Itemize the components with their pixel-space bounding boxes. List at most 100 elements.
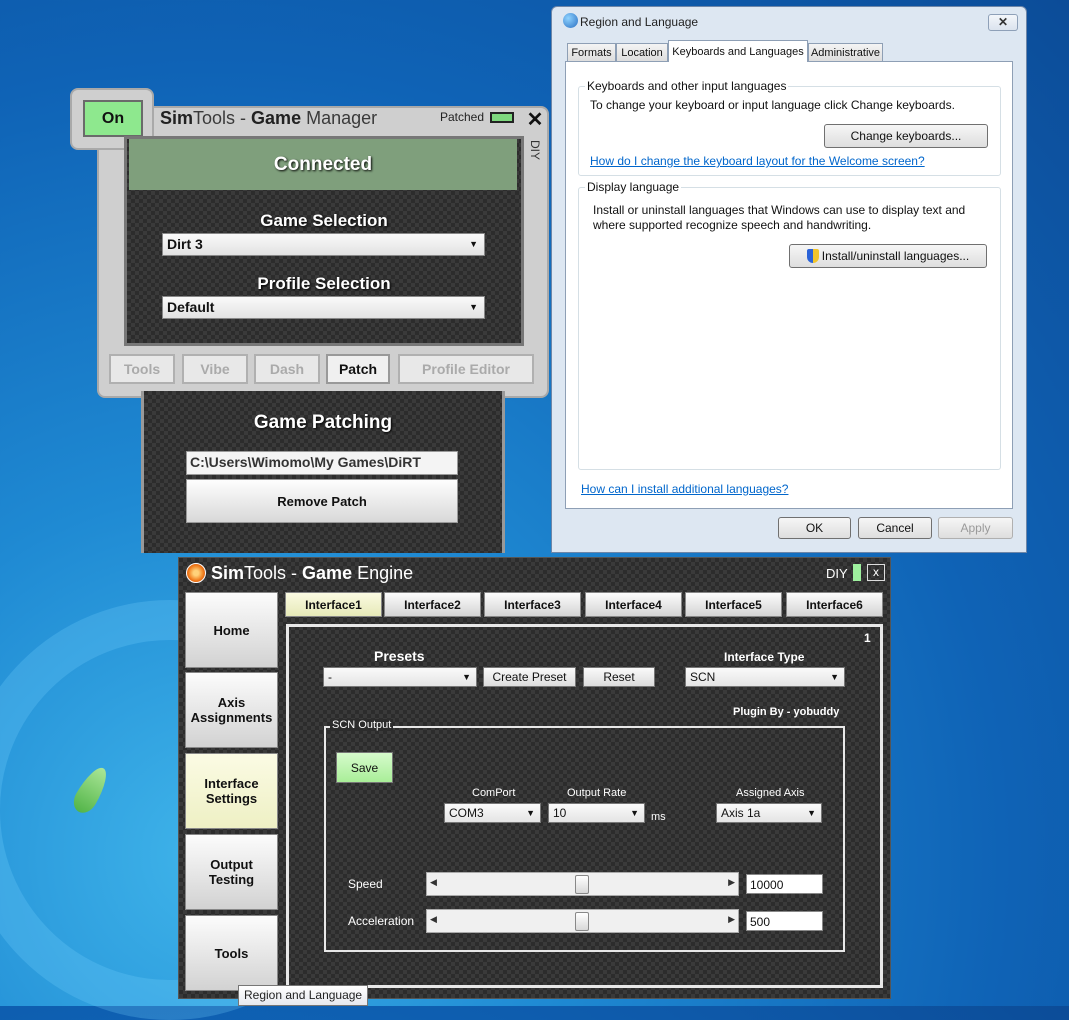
tab-tools[interactable]: Tools — [109, 354, 175, 384]
game-selection-value: Dirt 3 — [167, 236, 203, 252]
presets-value: - — [328, 670, 332, 684]
chevron-down-icon: ▼ — [630, 808, 639, 818]
tab-dash[interactable]: Dash — [254, 354, 320, 384]
sidebar-item-output-testing[interactable]: Output Testing — [185, 834, 278, 910]
install-languages-label: Install/uninstall languages... — [821, 249, 970, 263]
output-rate-label: Output Rate — [567, 787, 627, 799]
diy-label: DIY — [826, 566, 848, 581]
simtools-logo-icon — [186, 563, 206, 583]
acceleration-label: Acceleration — [348, 914, 415, 928]
connection-status: Connected — [129, 139, 517, 190]
tab-formats[interactable]: Formats — [567, 43, 616, 62]
tab-profile-editor[interactable]: Profile Editor — [398, 354, 534, 384]
acceleration-slider[interactable]: ◀ ▶ — [426, 909, 739, 933]
scn-output-label: SCN Output — [330, 719, 394, 731]
keyboards-text: To change your keyboard or input languag… — [590, 98, 955, 112]
tab-vibe[interactable]: Vibe — [182, 354, 248, 384]
game-manager-close-button[interactable]: ✕ — [523, 108, 547, 132]
tab-interface1[interactable]: Interface1 — [285, 592, 382, 617]
welcome-screen-link[interactable]: How do I change the keyboard layout for … — [590, 154, 925, 168]
comport-dropdown[interactable]: COM3 ▼ — [444, 803, 541, 823]
remove-patch-button[interactable]: Remove Patch — [186, 479, 458, 523]
profile-selection-dropdown[interactable]: Default ▼ — [162, 296, 485, 319]
tab-patch[interactable]: Patch — [326, 354, 390, 384]
display-language-text-2: where supported recognize speech and han… — [593, 218, 872, 232]
interface-type-label: Interface Type — [724, 650, 805, 664]
tab-interface3[interactable]: Interface3 — [484, 592, 581, 617]
chevron-down-icon: ▼ — [462, 672, 471, 682]
patch-path-field[interactable]: C:\Users\Wimomo\My Games\DiRT — [186, 451, 458, 475]
sidebar-item-home[interactable]: Home — [185, 592, 278, 668]
speed-slider[interactable]: ◀ ▶ — [426, 872, 739, 896]
speed-label: Speed — [348, 877, 383, 891]
comport-label: ComPort — [472, 787, 516, 799]
change-keyboards-button[interactable]: Change keyboards... — [824, 124, 988, 148]
sidebar-item-interface-settings[interactable]: Interface Settings — [185, 753, 278, 829]
install-languages-button[interactable]: Install/uninstall languages... — [789, 244, 987, 268]
region-language-title: Region and Language — [580, 15, 699, 29]
save-button[interactable]: Save — [336, 752, 393, 783]
taskbar-tooltip: Region and Language — [238, 985, 369, 1006]
patched-label: Patched — [440, 110, 485, 124]
cancel-button[interactable]: Cancel — [858, 517, 932, 539]
chevron-left-icon: ◀ — [430, 915, 437, 925]
game-engine-title: SimTools - Game Engine — [211, 563, 414, 583]
chevron-down-icon: ▼ — [526, 808, 535, 818]
speed-input[interactable]: 10000 — [746, 874, 823, 894]
patched-indicator — [490, 112, 514, 123]
speed-slider-thumb[interactable] — [575, 875, 589, 894]
interface-type-value: SCN — [690, 670, 716, 684]
presets-label: Presets — [374, 648, 425, 664]
tab-administrative[interactable]: Administrative — [808, 43, 883, 62]
display-language-group-label: Display language — [585, 180, 682, 194]
tab-location[interactable]: Location — [616, 43, 668, 62]
game-manager-title: SimTools - Game Manager — [160, 108, 378, 128]
region-language-close-button[interactable]: ✕ — [988, 14, 1018, 31]
assigned-axis-dropdown[interactable]: Axis 1a ▼ — [716, 803, 822, 823]
reset-button[interactable]: Reset — [583, 667, 655, 687]
game-selection-label: Game Selection — [260, 211, 388, 230]
tab-interface2[interactable]: Interface2 — [384, 592, 481, 617]
plugin-by-label: Plugin By - yobuddy — [733, 706, 840, 718]
globe-icon — [563, 13, 578, 28]
game-engine-close-button[interactable]: x — [867, 564, 885, 581]
acceleration-input[interactable]: 500 — [746, 911, 823, 931]
profile-selection-value: Default — [167, 299, 215, 315]
chevron-down-icon: ▼ — [807, 808, 816, 818]
on-button[interactable]: On — [83, 100, 143, 137]
output-rate-value: 10 — [553, 806, 567, 820]
tab-interface5[interactable]: Interface5 — [685, 592, 782, 617]
interface-type-dropdown[interactable]: SCN ▼ — [685, 667, 845, 687]
diy-indicator — [853, 564, 861, 581]
tab-interface4[interactable]: Interface4 — [585, 592, 682, 617]
uac-shield-icon — [806, 249, 819, 263]
create-preset-button[interactable]: Create Preset — [483, 667, 576, 687]
acceleration-slider-thumb[interactable] — [575, 912, 589, 931]
tab-keyboards-and-languages[interactable]: Keyboards and Languages — [668, 40, 808, 62]
assigned-axis-value: Axis 1a — [721, 806, 761, 820]
presets-dropdown[interactable]: - ▼ — [323, 667, 477, 687]
ms-unit-label: ms — [651, 811, 666, 823]
game-selection-dropdown[interactable]: Dirt 3 ▼ — [162, 233, 485, 256]
additional-languages-link[interactable]: How can I install additional languages? — [581, 482, 788, 496]
interface-number: 1 — [864, 631, 871, 645]
chevron-down-icon: ▼ — [469, 302, 478, 312]
keyboards-group-label: Keyboards and other input languages — [585, 79, 789, 93]
tab-interface6[interactable]: Interface6 — [786, 592, 883, 617]
output-rate-dropdown[interactable]: 10 ▼ — [548, 803, 645, 823]
game-patching-title: Game Patching — [253, 412, 393, 433]
apply-button[interactable]: Apply — [938, 517, 1013, 539]
profile-selection-label: Profile Selection — [257, 274, 391, 293]
sidebar-item-axis-assignments[interactable]: Axis Assignments — [185, 672, 278, 748]
chevron-down-icon: ▼ — [469, 239, 478, 249]
comport-value: COM3 — [449, 806, 484, 820]
chevron-right-icon: ▶ — [728, 878, 735, 888]
sidebar-item-tools[interactable]: Tools — [185, 915, 278, 991]
chevron-right-icon: ▶ — [728, 915, 735, 925]
chevron-left-icon: ◀ — [430, 878, 437, 888]
display-language-text-1: Install or uninstall languages that Wind… — [593, 203, 966, 217]
diy-label: DIY — [528, 140, 542, 161]
ok-button[interactable]: OK — [778, 517, 851, 539]
assigned-axis-label: Assigned Axis — [736, 787, 805, 799]
chevron-down-icon: ▼ — [830, 672, 839, 682]
